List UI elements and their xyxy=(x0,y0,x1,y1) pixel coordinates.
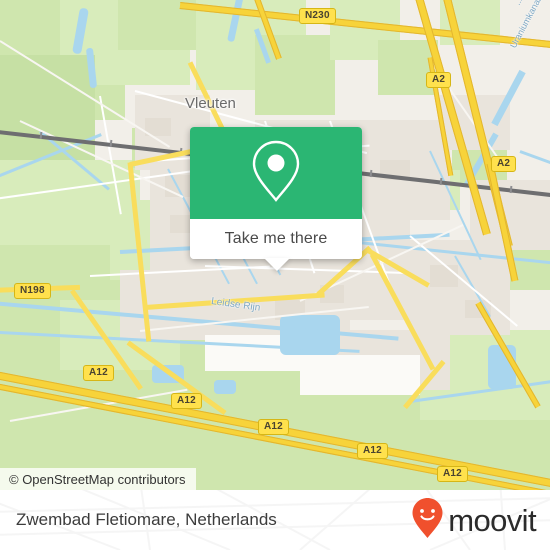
moovit-pin-smiley-icon xyxy=(411,497,444,544)
take-me-there-button[interactable]: Take me there xyxy=(225,230,328,248)
road-shield-n230: N230 xyxy=(299,8,336,24)
moovit-wordmark: moovit xyxy=(448,502,536,538)
road-shield-a12-1: A12 xyxy=(83,365,114,381)
road-shield-n198: N198 xyxy=(14,283,51,299)
map-pin-icon xyxy=(250,138,302,209)
road-shield-a2-east: A2 xyxy=(491,156,517,172)
popup-icon-area xyxy=(190,127,362,219)
road-shield-a12-3: A12 xyxy=(258,419,289,435)
popup-action-area[interactable]: Take me there xyxy=(190,219,362,259)
location-popup-card[interactable]: Take me there xyxy=(190,127,362,259)
footer-bar: Zwembad Fletiomare, Netherlands moovit xyxy=(0,490,550,550)
road-shield-a12-5: A12 xyxy=(437,466,468,482)
map-screenshot: Vleuten ...Rijnkanaal Uraniumkanaal Leid… xyxy=(0,0,550,550)
road-shield-a12-4: A12 xyxy=(357,443,388,459)
road-shield-a2-north: A2 xyxy=(426,72,452,88)
location-title: Zwembad Fletiomare, Netherlands xyxy=(16,510,277,529)
road-shield-a12-2: A12 xyxy=(171,393,202,409)
osm-attribution-text: © OpenStreetMap contributors xyxy=(9,471,186,487)
moovit-logo[interactable]: moovit xyxy=(411,497,537,544)
popup-pointer-tail xyxy=(264,258,290,271)
osm-attribution[interactable]: © OpenStreetMap contributors xyxy=(0,468,196,490)
